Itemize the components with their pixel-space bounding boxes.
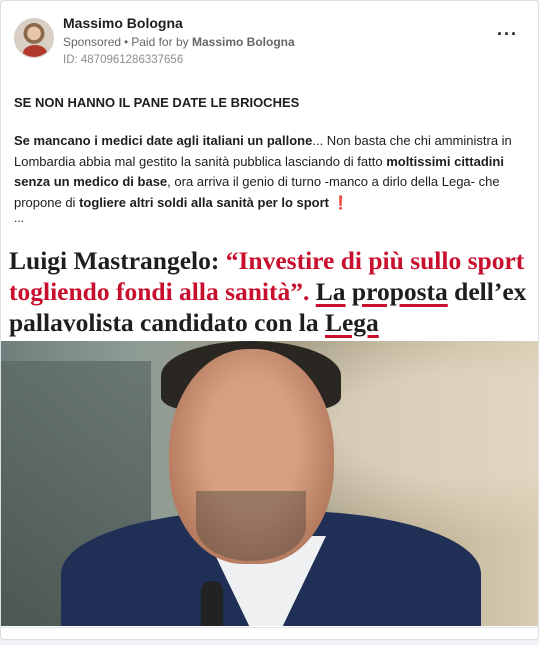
ad-photo[interactable] — [1, 341, 538, 626]
headline-proposta: proposta — [351, 277, 448, 306]
body-bold-3: togliere altri soldi alla sanità per lo … — [79, 194, 330, 210]
card-footer — [1, 627, 538, 639]
paid-for-prefix: Paid for by — [131, 35, 189, 49]
author-name[interactable]: Massimo Bologna — [63, 15, 183, 31]
more-options-icon[interactable]: ··· — [497, 25, 518, 43]
sponsored-label: Sponsored — [63, 35, 122, 49]
post-headline: SE NON HANNO IL PANE DATE LE BRIOCHES — [14, 95, 300, 110]
microphone-icon — [201, 581, 223, 626]
headline-person: Luigi Mastrangelo: — [9, 246, 226, 275]
exclamation-icon: ❗ — [329, 194, 349, 210]
author-avatar[interactable] — [14, 18, 54, 58]
see-more-ellipsis[interactable]: ... — [14, 211, 24, 225]
body-bold-1: Se mancano i medici date agli italiani u… — [14, 133, 313, 148]
image-headline[interactable]: Luigi Mastrangelo: “Investire di più sul… — [9, 245, 534, 338]
ad-card: Massimo Bologna Sponsored • Paid for by Ma… — [0, 0, 539, 640]
post-body: Se mancano i medici date agli italiani u… — [14, 131, 529, 213]
paid-for-name[interactable]: Massimo Bologna — [192, 35, 295, 49]
photo-beard — [196, 491, 306, 561]
ad-id: ID: 4870961286337656 — [63, 54, 184, 66]
sponsor-line: Sponsored • Paid for by Massimo Bologna — [63, 35, 295, 49]
headline-lega: Lega — [324, 308, 379, 337]
headline-la: La — [315, 277, 346, 306]
